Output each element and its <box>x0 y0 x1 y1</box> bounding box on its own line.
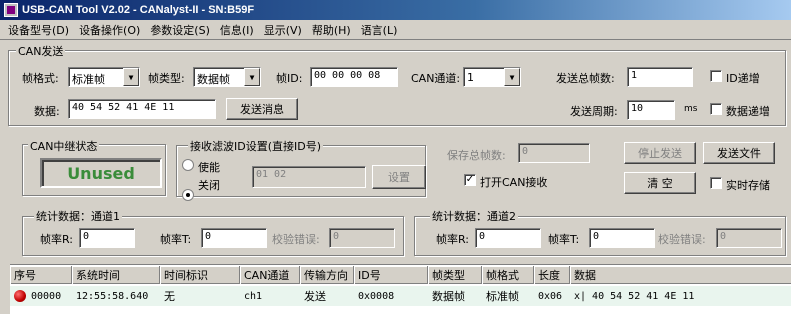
frame-type-label: 帧类型: <box>148 72 185 85</box>
period-unit: ms <box>684 104 698 114</box>
id-increment-label: ID递增 <box>726 72 760 85</box>
id-increment-checkbox[interactable] <box>710 70 722 82</box>
ch1-frame-rate-r-value: 0 <box>79 228 135 248</box>
column-header-timestamp[interactable]: 时间标识 <box>160 266 240 284</box>
total-frames-label: 发送总帧数: <box>556 72 615 85</box>
can-send-title: CAN发送 <box>16 43 66 59</box>
title-bar: USB-CAN Tool V2.02 - CANalyst-II - SN:B5… <box>0 0 791 20</box>
column-header-length[interactable]: 长度 <box>534 266 570 284</box>
stats-channel2-title: 统计数据：通道2 <box>430 208 518 224</box>
record-indicator-icon <box>14 290 26 302</box>
data-increment-checkbox[interactable] <box>710 103 722 115</box>
row-system-time-cell: 12:55:58.640 <box>76 290 149 302</box>
row-frame-type-cell: 数据帧 <box>432 290 465 303</box>
filter-disable-label: 关闭 <box>198 179 220 192</box>
channel-label: CAN通道: <box>411 72 461 85</box>
ch2-frame-rate-r-label: 帧率R: <box>436 233 470 246</box>
relay-title: CAN中继状态 <box>28 138 100 154</box>
ch1-frame-rate-t-label: 帧率T: <box>160 233 192 246</box>
row-direction-cell: 发送 <box>304 290 326 303</box>
filter-enable-label: 使能 <box>198 161 220 174</box>
column-header-data[interactable]: 数据 <box>570 266 791 284</box>
app-icon <box>4 3 18 17</box>
column-header-id[interactable]: ID号 <box>354 266 428 284</box>
window-title: USB-CAN Tool V2.02 - CANalyst-II - SN:B5… <box>22 4 255 16</box>
frame-id-label: 帧ID: <box>276 72 303 85</box>
menu-help[interactable]: 帮助(H) <box>312 22 351 38</box>
column-header-direction[interactable]: 传输方向 <box>300 266 354 284</box>
stats-channel1-title: 统计数据：通道1 <box>34 208 122 224</box>
column-header-system-time[interactable]: 系统时间 <box>72 266 160 284</box>
menu-bar: 设备型号(D) 设备操作(O) 参数设定(S) 信息(I) 显示(V) 帮助(H… <box>0 21 791 40</box>
filter-title: 接收滤波ID设置(直接ID号) <box>188 138 324 154</box>
chevron-down-icon[interactable]: ▼ <box>244 68 260 86</box>
ch1-check-error-label: 校验错误: <box>272 233 320 246</box>
channel-select[interactable]: 1 ▼ <box>463 67 521 87</box>
relay-status-display: Unused <box>40 158 162 188</box>
saved-frames-input[interactable]: 0 <box>518 143 590 163</box>
menu-parameter-settings[interactable]: 参数设定(S) <box>150 22 210 38</box>
ch1-frame-rate-t-value: 0 <box>201 228 267 248</box>
row-id-cell: 0x0008 <box>358 290 395 302</box>
frame-type-select[interactable]: 数据帧 ▼ <box>193 67 261 87</box>
ch2-check-error-label: 校验错误: <box>658 233 706 246</box>
column-header-frame-format[interactable]: 帧格式 <box>482 266 534 284</box>
ch1-check-error-value: 0 <box>329 228 395 248</box>
table-header: 序号 系统时间 时间标识 CAN通道 传输方向 ID号 帧类型 帧格式 长度 数… <box>10 266 791 284</box>
open-receive-label: 打开CAN接收 <box>480 176 548 189</box>
frame-format-label: 帧格式: <box>22 72 59 85</box>
period-input[interactable]: 10 <box>627 100 675 120</box>
data-increment-label: 数据递增 <box>726 105 770 118</box>
filter-disable-radio[interactable] <box>182 189 194 201</box>
filter-ids-input[interactable]: 01 02 <box>252 166 366 188</box>
menu-device-operation[interactable]: 设备操作(O) <box>79 22 140 38</box>
ch2-frame-rate-t-label: 帧率T: <box>548 233 580 246</box>
total-frames-input[interactable]: 1 <box>627 67 693 87</box>
menu-display[interactable]: 显示(V) <box>264 22 302 38</box>
send-message-button[interactable]: 发送消息 <box>226 98 298 120</box>
column-header-can-channel[interactable]: CAN通道 <box>240 266 300 284</box>
row-data-cell: x| 40 54 52 41 4E 11 <box>574 290 695 302</box>
open-receive-checkbox[interactable]: ✓ <box>464 174 476 186</box>
column-header-frame-type[interactable]: 帧类型 <box>428 266 482 284</box>
send-file-button[interactable]: 发送文件 <box>703 142 775 164</box>
menu-language[interactable]: 语言(L) <box>361 22 398 38</box>
saved-frames-label: 保存总帧数: <box>447 149 506 162</box>
menu-info[interactable]: 信息(I) <box>220 22 254 38</box>
ch2-frame-rate-t-value: 0 <box>589 228 655 248</box>
row-can-channel-cell: ch1 <box>244 290 263 302</box>
stop-send-button[interactable]: 停止发送 <box>624 142 696 164</box>
realtime-save-checkbox[interactable] <box>710 177 722 189</box>
period-label: 发送周期: <box>570 105 618 118</box>
data-input[interactable]: 40 54 52 41 4E 11 <box>68 99 216 119</box>
frame-id-input[interactable]: 00 00 00 08 <box>310 67 398 87</box>
chevron-down-icon[interactable]: ▼ <box>123 68 139 86</box>
ch2-check-error-value: 0 <box>716 228 782 248</box>
realtime-save-label: 实时存储 <box>726 179 770 192</box>
clear-button[interactable]: 清 空 <box>624 172 696 194</box>
row-index-cell: 00000 <box>10 286 72 306</box>
row-timestamp-cell: 无 <box>164 290 175 303</box>
ch2-frame-rate-r-value: 0 <box>475 228 541 248</box>
chevron-down-icon[interactable]: ▼ <box>504 68 520 86</box>
filter-enable-radio[interactable] <box>182 159 194 171</box>
data-label: 数据: <box>34 105 60 118</box>
row-frame-format-cell: 标准帧 <box>486 290 519 303</box>
menu-device-model[interactable]: 设备型号(D) <box>8 22 69 38</box>
frame-format-select[interactable]: 标准帧 ▼ <box>68 67 140 87</box>
filter-set-button[interactable]: 设置 <box>372 165 426 189</box>
table-row[interactable]: 00000 12:55:58.640 无 ch1 发送 0x0008 数据帧 标… <box>10 286 791 306</box>
row-length-cell: 0x06 <box>538 290 563 302</box>
ch1-frame-rate-r-label: 帧率R: <box>40 233 74 246</box>
column-header-index[interactable]: 序号 <box>10 266 72 284</box>
